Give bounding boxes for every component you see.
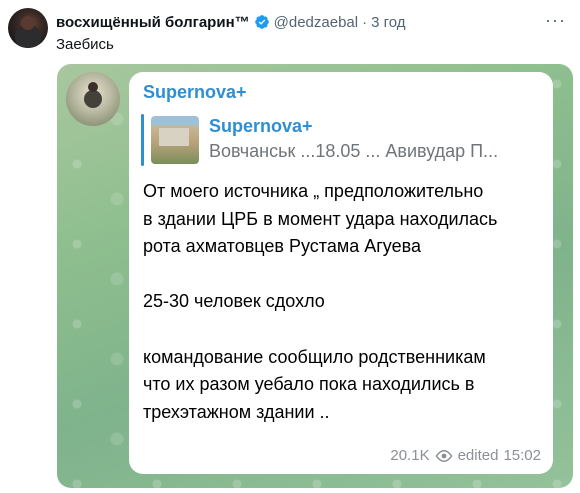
message-line: в здании ЦРБ в момент удара находилась xyxy=(143,208,498,229)
tweet-media-image[interactable]: Supernova+ Supernova+ Вовчанськ ...18.05… xyxy=(57,64,573,488)
author-avatar[interactable] xyxy=(8,8,48,48)
reply-thumbnail xyxy=(151,116,199,164)
edited-label: edited xyxy=(457,447,499,464)
tweet-time[interactable]: 3 год xyxy=(371,14,405,31)
message-text: От моего источника „ предположительно в … xyxy=(143,178,543,426)
author-handle[interactable]: @dedzaebal xyxy=(274,14,358,31)
author-name[interactable]: восхищённый болгарин™ xyxy=(56,14,250,31)
message-blank-line xyxy=(143,316,543,344)
reply-accent-bar xyxy=(141,114,144,166)
message-line: От моего источника „ предположительно xyxy=(143,181,484,201)
separator-dot: · xyxy=(362,13,368,31)
views-eye-icon xyxy=(435,449,452,462)
verified-icon xyxy=(254,15,269,29)
message-line: что их разом уебало пока находились в xyxy=(143,374,475,395)
tweet-text: Заебись xyxy=(56,36,114,53)
message-time: 15:02 xyxy=(503,447,541,464)
message-line: трехэтажном здании .. xyxy=(143,401,330,422)
message-line: рота ахматовцев Рустама Агуева xyxy=(143,236,421,257)
reply-title: Supernova+ xyxy=(209,116,313,136)
tweet-header: восхищённый болгарин™ @dedzaebal · 3 год xyxy=(56,12,406,32)
views-count: 20.1K xyxy=(390,447,430,464)
reply-preview-block: Supernova+ Вовчанськ ...18.05 ... Авивуд… xyxy=(141,114,541,166)
message-meta: 20.1K edited 15:02 xyxy=(390,447,541,464)
channel-avatar xyxy=(66,72,120,126)
telegram-message-bubble: Supernova+ Supernova+ Вовчанськ ...18.05… xyxy=(129,72,553,474)
message-line: 25-30 человек сдохло xyxy=(143,291,325,312)
reply-preview-text: Вовчанськ ...18.05 ... Авивудар П... xyxy=(209,141,499,161)
message-blank-line xyxy=(143,261,543,289)
channel-name: Supernova+ xyxy=(143,82,247,102)
message-line: командование сообщило родственникам xyxy=(143,346,486,367)
more-icon[interactable]: ··· xyxy=(545,10,566,31)
